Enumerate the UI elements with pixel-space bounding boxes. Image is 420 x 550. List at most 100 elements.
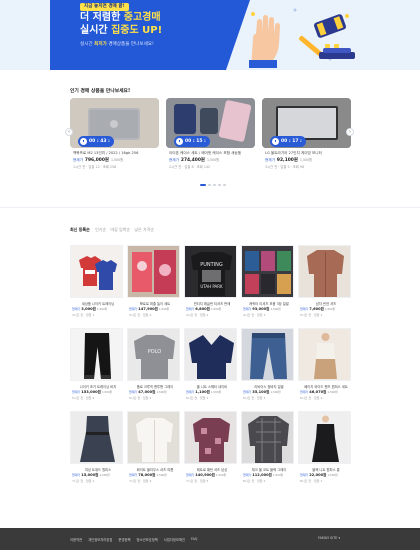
product-card[interactable]: 나이키 조거 트레이닝 바지 현재가153,000원1,500원 5시간 전 ·… <box>70 328 124 408</box>
product-image[interactable] <box>70 245 123 298</box>
hand-gavel-illustration <box>249 8 355 68</box>
countdown-timer: 00 : 17 : <box>270 136 306 147</box>
popular-card[interactable]: 00 : 17 : LG 울트라기어 27인치 게이밍 모니터 현재가 92,10… <box>262 98 351 178</box>
pagination-dot[interactable] <box>200 184 206 186</box>
product-card[interactable]: 화이트 블라우스 셔츠 여름 현재가78,000원1,500원 7시간 전 · … <box>127 411 181 491</box>
sort-low-price[interactable]: 낮은 가격순 <box>134 227 154 232</box>
product-name: 체크 울 코트 블랙 그레이 <box>251 468 287 472</box>
product-image[interactable] <box>298 328 351 381</box>
footer-link-terms[interactable]: 이용약관 <box>70 537 82 542</box>
pagination-dot[interactable] <box>208 184 211 186</box>
hero-title-line2-a: 실시간 <box>80 25 108 36</box>
svg-text:POLO: POLO <box>148 349 162 355</box>
product-card[interactable]: 체크 울 코트 블랙 그레이 현재가112,000원1,500원 8시간 전 ·… <box>241 411 295 491</box>
pagination-dot[interactable] <box>213 184 216 186</box>
product-card[interactable]: 남자 린넨 셔츠 현재가7,600원1,500원 5시간 전 · 입찰 1 <box>298 245 352 325</box>
product-image[interactable] <box>241 245 294 298</box>
product-image[interactable] <box>241 328 294 381</box>
popular-card-meta: 1시간 전 · 입찰 12 · 조회 256 <box>73 165 117 169</box>
product-image[interactable] <box>241 411 294 464</box>
countdown-timer: 00 : 43 : <box>78 136 114 147</box>
product-meta: 8시간 전 · 입찰 1 <box>300 479 323 483</box>
hero-title-line1-b: 중고경매 <box>123 12 161 23</box>
hero-banner[interactable]: 지금 놓치면 경매 끝! 더 저렴한 중고경매 실시간 집중도 UP! 실시간 … <box>0 0 420 70</box>
product-image[interactable] <box>298 411 351 464</box>
product-name: 새상품 나이키 트레이닝 <box>81 302 115 306</box>
product-image[interactable] <box>298 245 351 298</box>
product-card[interactable]: 울 니트 스웨터 네이비 현재가1,100원1,500원 6시간 전 · 입찰 … <box>184 328 238 408</box>
product-meta: 4시간 전 · 입찰 3 <box>243 313 266 317</box>
product-image[interactable] <box>70 328 123 381</box>
hero-subtitle-b: 최저가 <box>94 42 107 47</box>
product-price: 현재가140,900원1,500원 <box>186 473 227 477</box>
product-image[interactable] <box>184 328 237 381</box>
popular-card-name: 맥북프로 M2 13인치 / 2022 / 16gb 256 <box>73 151 139 155</box>
product-card[interactable]: 리바이스 청바지 일괄 현재가35,100원1,500원 6시간 전 · 입찰 … <box>241 328 295 408</box>
product-name: 리바이스 청바지 일괄 <box>254 385 284 389</box>
product-meta: 6시간 전 · 입찰 3 <box>243 396 266 400</box>
product-card[interactable]: PUNTING UTAH PARK 빈티지 래글런 티셔츠 판매 현재가6,80… <box>184 245 238 325</box>
product-card[interactable]: 새상품 나이키 트레이닝 현재가3,000원1,500원 3시간 전 · 입찰 … <box>70 245 124 325</box>
product-image[interactable]: POLO <box>127 328 180 381</box>
footer-link-privacy[interactable]: 개인정보처리방침 <box>88 537 112 542</box>
pagination-dot[interactable] <box>218 184 221 186</box>
product-name: 캐릭터 티셔츠 모음 3장 일괄 <box>249 302 289 306</box>
product-price: 현재가93,000원1,500원 <box>243 307 281 311</box>
popular-card-price: 현재가 796,000원 1,500원 <box>73 158 124 163</box>
pagination-dot[interactable] <box>223 184 226 186</box>
product-price: 현재가15,000원1,500원 <box>72 473 110 477</box>
product-meta: 6시간 전 · 입찰 2 <box>300 396 323 400</box>
product-card[interactable]: 뽀로로 퍼즐 놀이 세트 현재가147,900원1,500원 3시간 전 · 입… <box>127 245 181 325</box>
sort-popular[interactable]: 인기순 <box>95 227 106 232</box>
product-card[interactable]: 여성 트위드 원피스 현재가15,000원1,500원 7시간 전 · 입찰 1 <box>70 411 124 491</box>
footer-link-business[interactable]: 사업자정보확인 <box>164 537 185 542</box>
product-image[interactable] <box>127 245 180 298</box>
popular-card-meta: 3시간 전 · 입찰 5 · 조회 98 <box>265 165 305 169</box>
popular-card-image[interactable]: 00 : 15 : <box>166 98 255 148</box>
popular-card-image[interactable]: 00 : 43 : <box>70 98 159 148</box>
footer-link-youth[interactable]: 청소년보호정책 <box>137 537 158 542</box>
sort-ending-soon[interactable]: 마감 임박순 <box>110 227 130 232</box>
hero-title-line1: 더 저렴한 중고경매 <box>80 12 161 24</box>
product-name: 나이키 조거 트레이닝 바지 <box>79 385 117 389</box>
product-price: 현재가147,900원1,500원 <box>129 307 170 311</box>
hero-title-line1-a: 더 저렴한 <box>80 12 121 23</box>
product-name: 폴로 크루넥 맨투맨 그레이 <box>136 385 174 389</box>
product-image[interactable] <box>70 411 123 464</box>
product-card[interactable]: 캐릭터 티셔츠 모음 3장 일괄 현재가93,000원1,500원 4시간 전 … <box>241 245 295 325</box>
product-image[interactable] <box>184 411 237 464</box>
product-price: 현재가22,000원1,500원 <box>300 473 338 477</box>
popular-card-price: 현재가 274,400원 1,500원 <box>169 158 220 163</box>
hero-badge: 지금 놓치면 경매 끝! <box>80 3 129 11</box>
family-site-select[interactable]: FAMILY SITE ▾ <box>318 536 340 540</box>
svg-text:PUNTING: PUNTING <box>200 262 223 268</box>
product-name: 울 니트 스웨터 네이비 <box>196 385 228 389</box>
product-meta: 7시간 전 · 입찰 1 <box>72 479 95 483</box>
popular-section-title: 인기 경매 상품을 만나보세요! <box>70 89 131 94</box>
popular-card[interactable]: 00 : 43 : 맥북프로 M2 13인치 / 2022 / 16gb 256… <box>70 98 159 178</box>
footer-link-faq[interactable]: FAQ <box>191 537 197 542</box>
sort-latest[interactable]: 최신 등록순 <box>70 227 90 232</box>
product-card[interactable]: 블랙 니트 원피스 롱 현재가22,000원1,500원 8시간 전 · 입찰 … <box>298 411 352 491</box>
popular-card-price: 현재가 92,100원 1,500원 <box>265 158 312 163</box>
carousel-prev-button[interactable]: ‹ <box>65 128 73 136</box>
countdown-timer: 00 : 15 : <box>174 136 210 147</box>
product-price: 현재가47,000원1,500원 <box>129 390 167 394</box>
clock-icon <box>80 138 87 145</box>
carousel-next-button[interactable]: › <box>346 128 354 136</box>
product-image[interactable] <box>127 411 180 464</box>
footer-links: 이용약관 개인정보처리방침 운영정책 청소년보호정책 사업자정보확인 FAQ <box>70 537 197 542</box>
chevron-right-icon: › <box>349 129 351 135</box>
product-card[interactable]: 레트로 패턴 셔츠 남성 현재가140,900원1,500원 7시간 전 · 입… <box>184 411 238 491</box>
product-meta: 5시간 전 · 입찰 6 <box>72 396 95 400</box>
product-meta: 3시간 전 · 입찰 4 <box>129 313 152 317</box>
product-card[interactable]: 베이지 와이드 팬츠 원피스 세트 현재가46,070원1,500원 6시간 전… <box>298 328 352 408</box>
product-meta: 6시간 전 · 입찰 1 <box>186 396 209 400</box>
footer-link-policy[interactable]: 운영정책 <box>118 537 130 542</box>
product-card[interactable]: POLO 폴로 크루넥 맨투맨 그레이 현재가47,000원1,500원 5시간… <box>127 328 181 408</box>
hero-subtitle-a: 실시간 <box>80 42 93 47</box>
product-name: 레트로 패턴 셔츠 남성 <box>196 468 228 472</box>
popular-card-image[interactable]: 00 : 17 : <box>262 98 351 148</box>
product-image[interactable]: PUNTING UTAH PARK <box>184 245 237 298</box>
popular-card[interactable]: 00 : 15 : 아이폰 케이스 세트 / 에어팟 케이스 포함 새상품 현재… <box>166 98 255 178</box>
